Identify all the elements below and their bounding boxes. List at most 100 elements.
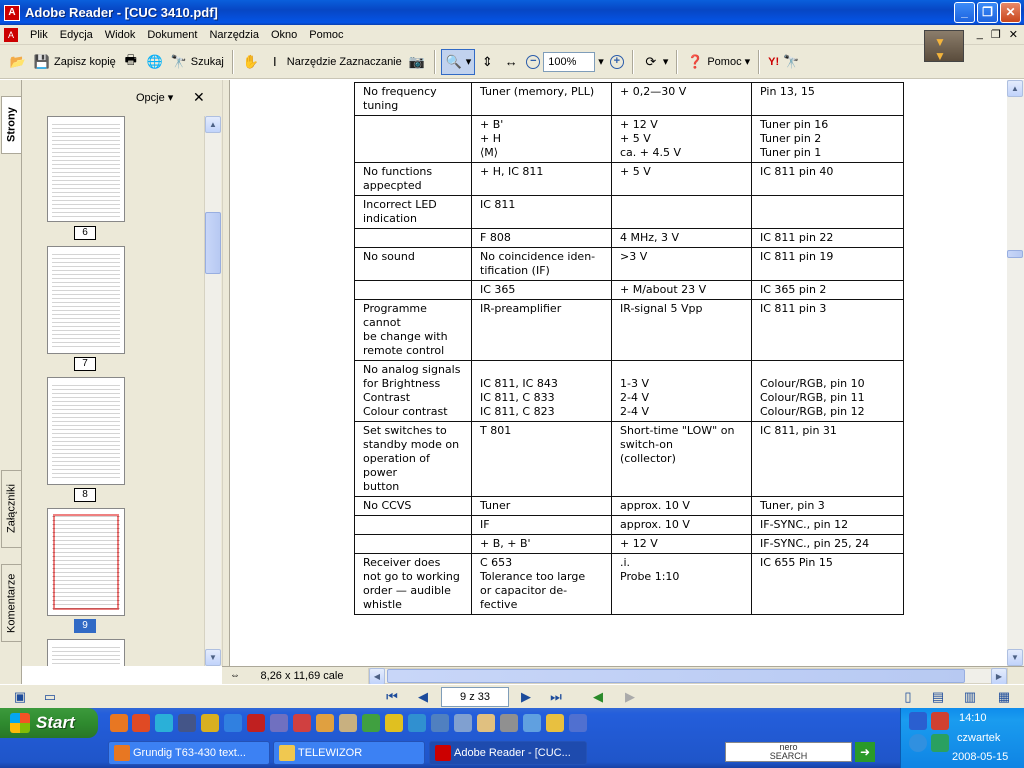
scroll-left-button[interactable]: ◀ (369, 668, 385, 685)
horizontal-scrollbar[interactable]: ◀ ▶ (368, 668, 1008, 685)
select-tool-button[interactable]: I Narzędzie Zaznaczanie (263, 49, 405, 75)
fit-width-button[interactable]: ↔ (499, 49, 523, 75)
scroll-thumb[interactable] (1007, 250, 1023, 258)
open-button[interactable]: 📂 (6, 49, 30, 75)
facing-icon[interactable]: ▥ (960, 688, 980, 706)
previous-page-button[interactable]: ◀ (413, 688, 433, 706)
app-icon[interactable] (431, 714, 449, 732)
page-number-label[interactable]: 8 (74, 488, 96, 502)
thumbnail-scrollbar[interactable]: ▲ ▼ (204, 116, 221, 666)
last-page-button[interactable]: ⏭ (546, 688, 566, 706)
next-page-button[interactable]: ▶ (516, 688, 536, 706)
page-thumbnail[interactable] (47, 639, 125, 666)
document-view[interactable]: No frequency tuning Tuner (memory, PLL) + … (230, 80, 1007, 666)
menu-document[interactable]: Dokument (141, 29, 203, 41)
back-view-button[interactable]: ◀ (588, 688, 608, 706)
tab-attachments[interactable]: Załączniki (1, 470, 21, 548)
search-button[interactable]: 🔭 Szukaj (167, 49, 227, 75)
rotate-button[interactable]: ⟳ ▾ (639, 49, 672, 75)
save-copy-button[interactable]: 💾 Zapisz kopię (30, 49, 119, 75)
zoom-tool-button[interactable]: 🔍 ▾ (440, 48, 476, 75)
doc-close-button[interactable]: ✕ (1009, 28, 1018, 41)
options-menu[interactable]: Opcje ▾ (136, 91, 173, 104)
tab-comments[interactable]: Komentarze (1, 564, 21, 642)
help-button[interactable]: ❓ Pomoc ▾ (683, 49, 753, 75)
page-thumbnail[interactable] (47, 116, 125, 222)
page-number-label[interactable]: 9 (74, 619, 96, 633)
zoom-out-button[interactable]: − (523, 49, 543, 75)
single-page-icon[interactable]: ▯ (898, 688, 918, 706)
continuous-icon[interactable]: ▤ (928, 688, 948, 706)
document-scrollbar[interactable]: ▲ ▼ (1007, 80, 1024, 666)
email-button[interactable]: 🌐 (143, 49, 167, 75)
doc-restore-button[interactable]: ❐ (991, 28, 1001, 41)
tab-pages[interactable]: Strony (1, 96, 21, 154)
doc-minimize-button[interactable]: _ (977, 28, 983, 41)
clock-time[interactable]: 14:10 (959, 712, 987, 724)
media-player-icon[interactable] (132, 714, 150, 732)
page-number-label[interactable]: 6 (74, 226, 96, 240)
scroll-up-button[interactable]: ▲ (205, 116, 221, 133)
taskbar-item-telewizor[interactable]: TELEWIZOR (273, 741, 425, 765)
app-tray-icon[interactable] (931, 734, 949, 752)
panel-splitter[interactable] (222, 80, 230, 666)
expand-tray-icon[interactable] (909, 734, 927, 752)
forward-view-button[interactable]: ▶ (620, 688, 640, 706)
taskbar-item-grundig[interactable]: Grundig T63-430 text... (108, 741, 270, 765)
zoom-input[interactable]: 100% (543, 51, 596, 72)
scroll-thumb[interactable] (387, 669, 965, 683)
app-icon[interactable] (385, 714, 403, 732)
app-icon[interactable] (477, 714, 495, 732)
network-icon[interactable] (909, 712, 927, 730)
app-icon[interactable] (270, 714, 288, 732)
start-button[interactable]: Start (0, 708, 98, 738)
page-thumbnail[interactable] (47, 377, 125, 485)
app-icon[interactable] (500, 714, 518, 732)
hand-tool-button[interactable]: ✋ (239, 49, 263, 75)
page-thumbnail[interactable] (47, 246, 125, 354)
app-icon[interactable] (293, 714, 311, 732)
app-icon[interactable] (569, 714, 587, 732)
nero-search-go-button[interactable]: ➜ (855, 742, 875, 762)
menu-file[interactable]: Plik (24, 29, 54, 41)
status-bar-toggle-icon[interactable]: ▣ (10, 688, 30, 706)
app-icon[interactable] (316, 714, 334, 732)
close-button[interactable]: ✕ (1000, 2, 1021, 23)
maximize-button[interactable]: ❐ (977, 2, 998, 23)
app-icon[interactable] (362, 714, 380, 732)
menu-view[interactable]: Widok (99, 29, 142, 41)
nero-search-box[interactable]: nero SEARCH (725, 742, 852, 762)
snapshot-button[interactable]: 📷 (405, 49, 429, 75)
menu-help[interactable]: Pomoc (303, 29, 349, 41)
continuous-facing-icon[interactable]: ▦ (994, 688, 1014, 706)
app-icon[interactable] (339, 714, 357, 732)
scroll-right-button[interactable]: ▶ (991, 668, 1007, 685)
scroll-down-button[interactable]: ▼ (205, 649, 221, 666)
title-bar[interactable]: A Adobe Reader - [CUC 3410.pdf] _ ❐ ✕ (0, 0, 1024, 25)
app-icon[interactable] (224, 714, 242, 732)
page-thumbnail-current[interactable] (47, 508, 125, 616)
fit-page-button[interactable]: ⇕ (475, 49, 499, 75)
minimize-button[interactable]: _ (954, 2, 975, 23)
app-icon[interactable] (247, 714, 265, 732)
security-icon[interactable] (931, 712, 949, 730)
app-icon[interactable] (546, 714, 564, 732)
app-icon[interactable] (178, 714, 196, 732)
page-number-label[interactable]: 7 (74, 357, 96, 371)
scroll-up-button[interactable]: ▲ (1007, 80, 1023, 97)
menu-window[interactable]: Okno (265, 29, 303, 41)
yahoo-button[interactable]: Y! 🔭 (765, 49, 803, 75)
app-icon[interactable] (408, 714, 426, 732)
document-icon[interactable]: A (4, 27, 18, 42)
firefox-icon[interactable] (110, 714, 128, 732)
app-icon[interactable] (201, 714, 219, 732)
thumbnail-list[interactable]: 6 7 8 9 (22, 116, 204, 666)
print-button[interactable]: 🖶 (119, 49, 143, 75)
app-icon[interactable] (523, 714, 541, 732)
close-panel-button[interactable]: ✕ (193, 89, 205, 106)
taskbar-item-adobe-reader[interactable]: Adobe Reader - [CUC... (429, 741, 587, 765)
menu-tools[interactable]: Narzędzia (203, 29, 265, 41)
app-icon[interactable] (454, 714, 472, 732)
menu-edit[interactable]: Edycja (54, 29, 99, 41)
scroll-thumb[interactable] (205, 212, 221, 274)
